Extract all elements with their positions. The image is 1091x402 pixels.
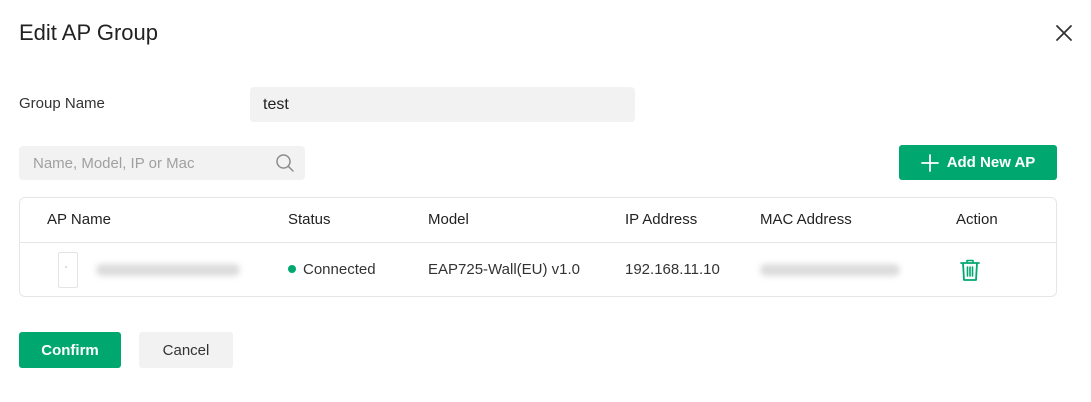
edit-ap-group-dialog: Edit AP Group Group Name Add New AP AP N… (0, 0, 1091, 402)
header-ip-address[interactable]: IP Address (625, 211, 697, 228)
status-cell: Connected (288, 261, 376, 278)
ip-cell: 192.168.11.10 (625, 261, 720, 278)
header-model[interactable]: Model (428, 211, 469, 228)
header-mac-address[interactable]: MAC Address (760, 211, 852, 228)
mac-address-redacted (760, 264, 900, 276)
plus-icon (920, 153, 939, 172)
search-box (19, 146, 305, 180)
trash-icon[interactable] (959, 258, 981, 282)
search-input[interactable] (19, 146, 269, 180)
ap-device-image (58, 252, 78, 288)
header-action: Action (956, 211, 998, 228)
header-ap-name[interactable]: AP Name (47, 211, 111, 228)
ap-name-redacted (96, 264, 240, 276)
close-button[interactable] (1053, 22, 1075, 44)
group-name-label: Group Name (19, 95, 105, 112)
status-dot (288, 265, 296, 273)
table-row: Connected EAP725-Wall(EU) v1.0 192.168.1… (20, 243, 1056, 296)
status-text: Connected (303, 261, 376, 278)
close-icon (1056, 25, 1072, 41)
add-new-ap-label: Add New AP (946, 154, 1036, 171)
dialog-title: Edit AP Group (19, 20, 159, 45)
group-name-input[interactable] (250, 87, 635, 122)
model-cell: EAP725-Wall(EU) v1.0 (428, 261, 580, 278)
search-icon[interactable] (275, 153, 295, 173)
ap-table: AP Name Status Model IP Address MAC Addr… (19, 197, 1057, 297)
cancel-button[interactable]: Cancel (139, 332, 233, 368)
table-header: AP Name Status Model IP Address MAC Addr… (20, 198, 1056, 243)
header-status[interactable]: Status (288, 211, 331, 228)
add-new-ap-button[interactable]: Add New AP (899, 145, 1057, 180)
confirm-button[interactable]: Confirm (19, 332, 121, 368)
